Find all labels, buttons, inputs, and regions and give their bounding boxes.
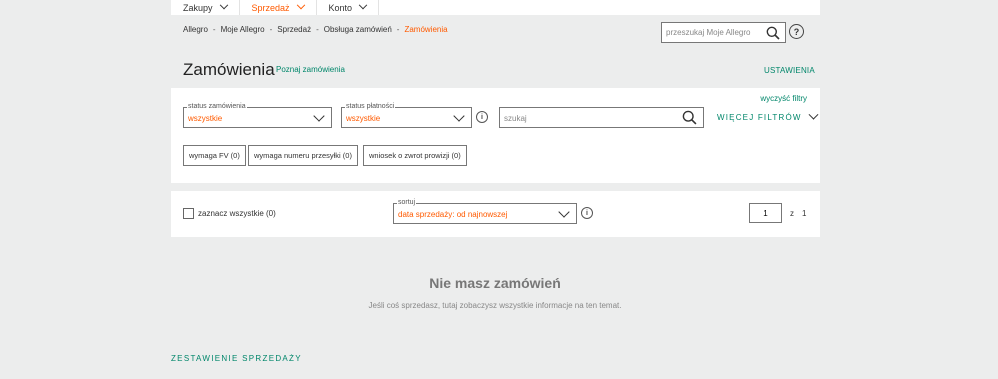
empty-state-subtitle: Jeśli coś sprzedasz, tutaj zobaczysz wsz… — [368, 301, 622, 310]
breadcrumb-item-sprzedaz[interactable]: Sprzedaż — [277, 25, 311, 34]
order-status-select[interactable]: status zamówienia wszystkie — [183, 102, 332, 128]
chevron-down-icon — [358, 0, 368, 9]
search-icon[interactable] — [766, 26, 780, 40]
settings-link[interactable]: USTAWIENIA — [764, 66, 815, 75]
order-status-legend: status zamówienia — [187, 102, 247, 111]
payment-status-select[interactable]: status płatności wszystkie — [341, 102, 472, 128]
chevron-down-icon — [219, 0, 228, 9]
search-icon[interactable] — [682, 110, 697, 125]
orders-search — [499, 107, 704, 128]
breadcrumb-item-current: Zamówienia — [404, 25, 448, 34]
chip-commission-refund[interactable]: wniosek o zwrot prowizji (0) — [363, 145, 467, 166]
sort-bar: zaznacz wszystkie (0) sortuj data sprzed… — [171, 191, 820, 237]
global-search — [661, 22, 786, 43]
sales-summary-link[interactable]: ZESTAWIENIE SPRZEDAŻY — [171, 354, 302, 363]
breadcrumb-separator: - — [212, 25, 216, 34]
learn-orders-link[interactable]: Poznaj zamówienia — [276, 65, 345, 74]
filters-panel: wyczyść filtry status zamówienia wszystk… — [171, 88, 820, 183]
breadcrumb-separator: - — [269, 25, 273, 34]
info-icon[interactable]: i — [581, 207, 593, 219]
order-status-value: wszystkie — [188, 114, 223, 123]
page-of-label: z — [790, 209, 794, 218]
payment-status-value: wszystkie — [346, 114, 381, 123]
chevron-down-icon — [558, 206, 570, 218]
chevron-down-icon — [808, 109, 819, 120]
nav-item-label: Konto — [328, 2, 353, 13]
breadcrumb-separator: - — [396, 25, 400, 34]
nav-item-sprzedaz[interactable]: Sprzedaż — [240, 0, 317, 15]
payment-status-legend: status płatności — [345, 102, 396, 111]
page-total: 1 — [802, 209, 807, 218]
chevron-down-icon — [313, 110, 325, 122]
select-all-checkbox[interactable] — [183, 208, 194, 219]
breadcrumb-item-allegro[interactable]: Allegro — [183, 25, 208, 34]
breadcrumb: Allegro - Moje Allegro - Sprzedaż - Obsł… — [183, 25, 448, 34]
page-number-input[interactable] — [749, 203, 782, 223]
global-search-input[interactable] — [662, 28, 762, 37]
breadcrumb-item-obsluga[interactable]: Obsługa zamówień — [324, 25, 392, 34]
nav-item-label: Sprzedaż — [251, 2, 290, 13]
clear-filters-link[interactable]: wyczyść filtry — [760, 94, 807, 103]
chevron-down-icon — [296, 0, 305, 9]
info-icon[interactable]: i — [476, 111, 488, 123]
page-title: Zamówienia — [183, 60, 275, 79]
nav-item-zakupy[interactable]: Zakupy — [171, 0, 240, 15]
sort-legend: sortuj — [397, 198, 417, 207]
empty-state-title: Nie masz zamówień — [429, 275, 561, 291]
select-all-label: zaznacz wszystkie (0) — [198, 209, 276, 218]
sort-value: data sprzedaży: od najnowszej — [398, 210, 508, 219]
more-filters-label: WIĘCEJ FILTRÓW — [717, 113, 802, 122]
orders-search-input[interactable] — [500, 114, 670, 123]
more-filters-button[interactable]: WIĘCEJ FILTRÓW — [717, 109, 819, 122]
breadcrumb-item-moje-allegro[interactable]: Moje Allegro — [221, 25, 265, 34]
chip-requires-tracking[interactable]: wymaga numeru przesyłki (0) — [248, 145, 358, 166]
nav-item-konto[interactable]: Konto — [317, 0, 380, 15]
chip-requires-invoice[interactable]: wymaga FV (0) — [183, 145, 246, 166]
sort-select[interactable]: sortuj data sprzedaży: od najnowszej — [393, 198, 577, 224]
top-navigation: Zakupy Sprzedaż Konto — [171, 0, 820, 15]
nav-item-label: Zakupy — [183, 2, 213, 13]
chevron-down-icon — [453, 110, 465, 122]
breadcrumb-separator: - — [316, 25, 319, 34]
help-icon[interactable]: ? — [789, 24, 804, 39]
